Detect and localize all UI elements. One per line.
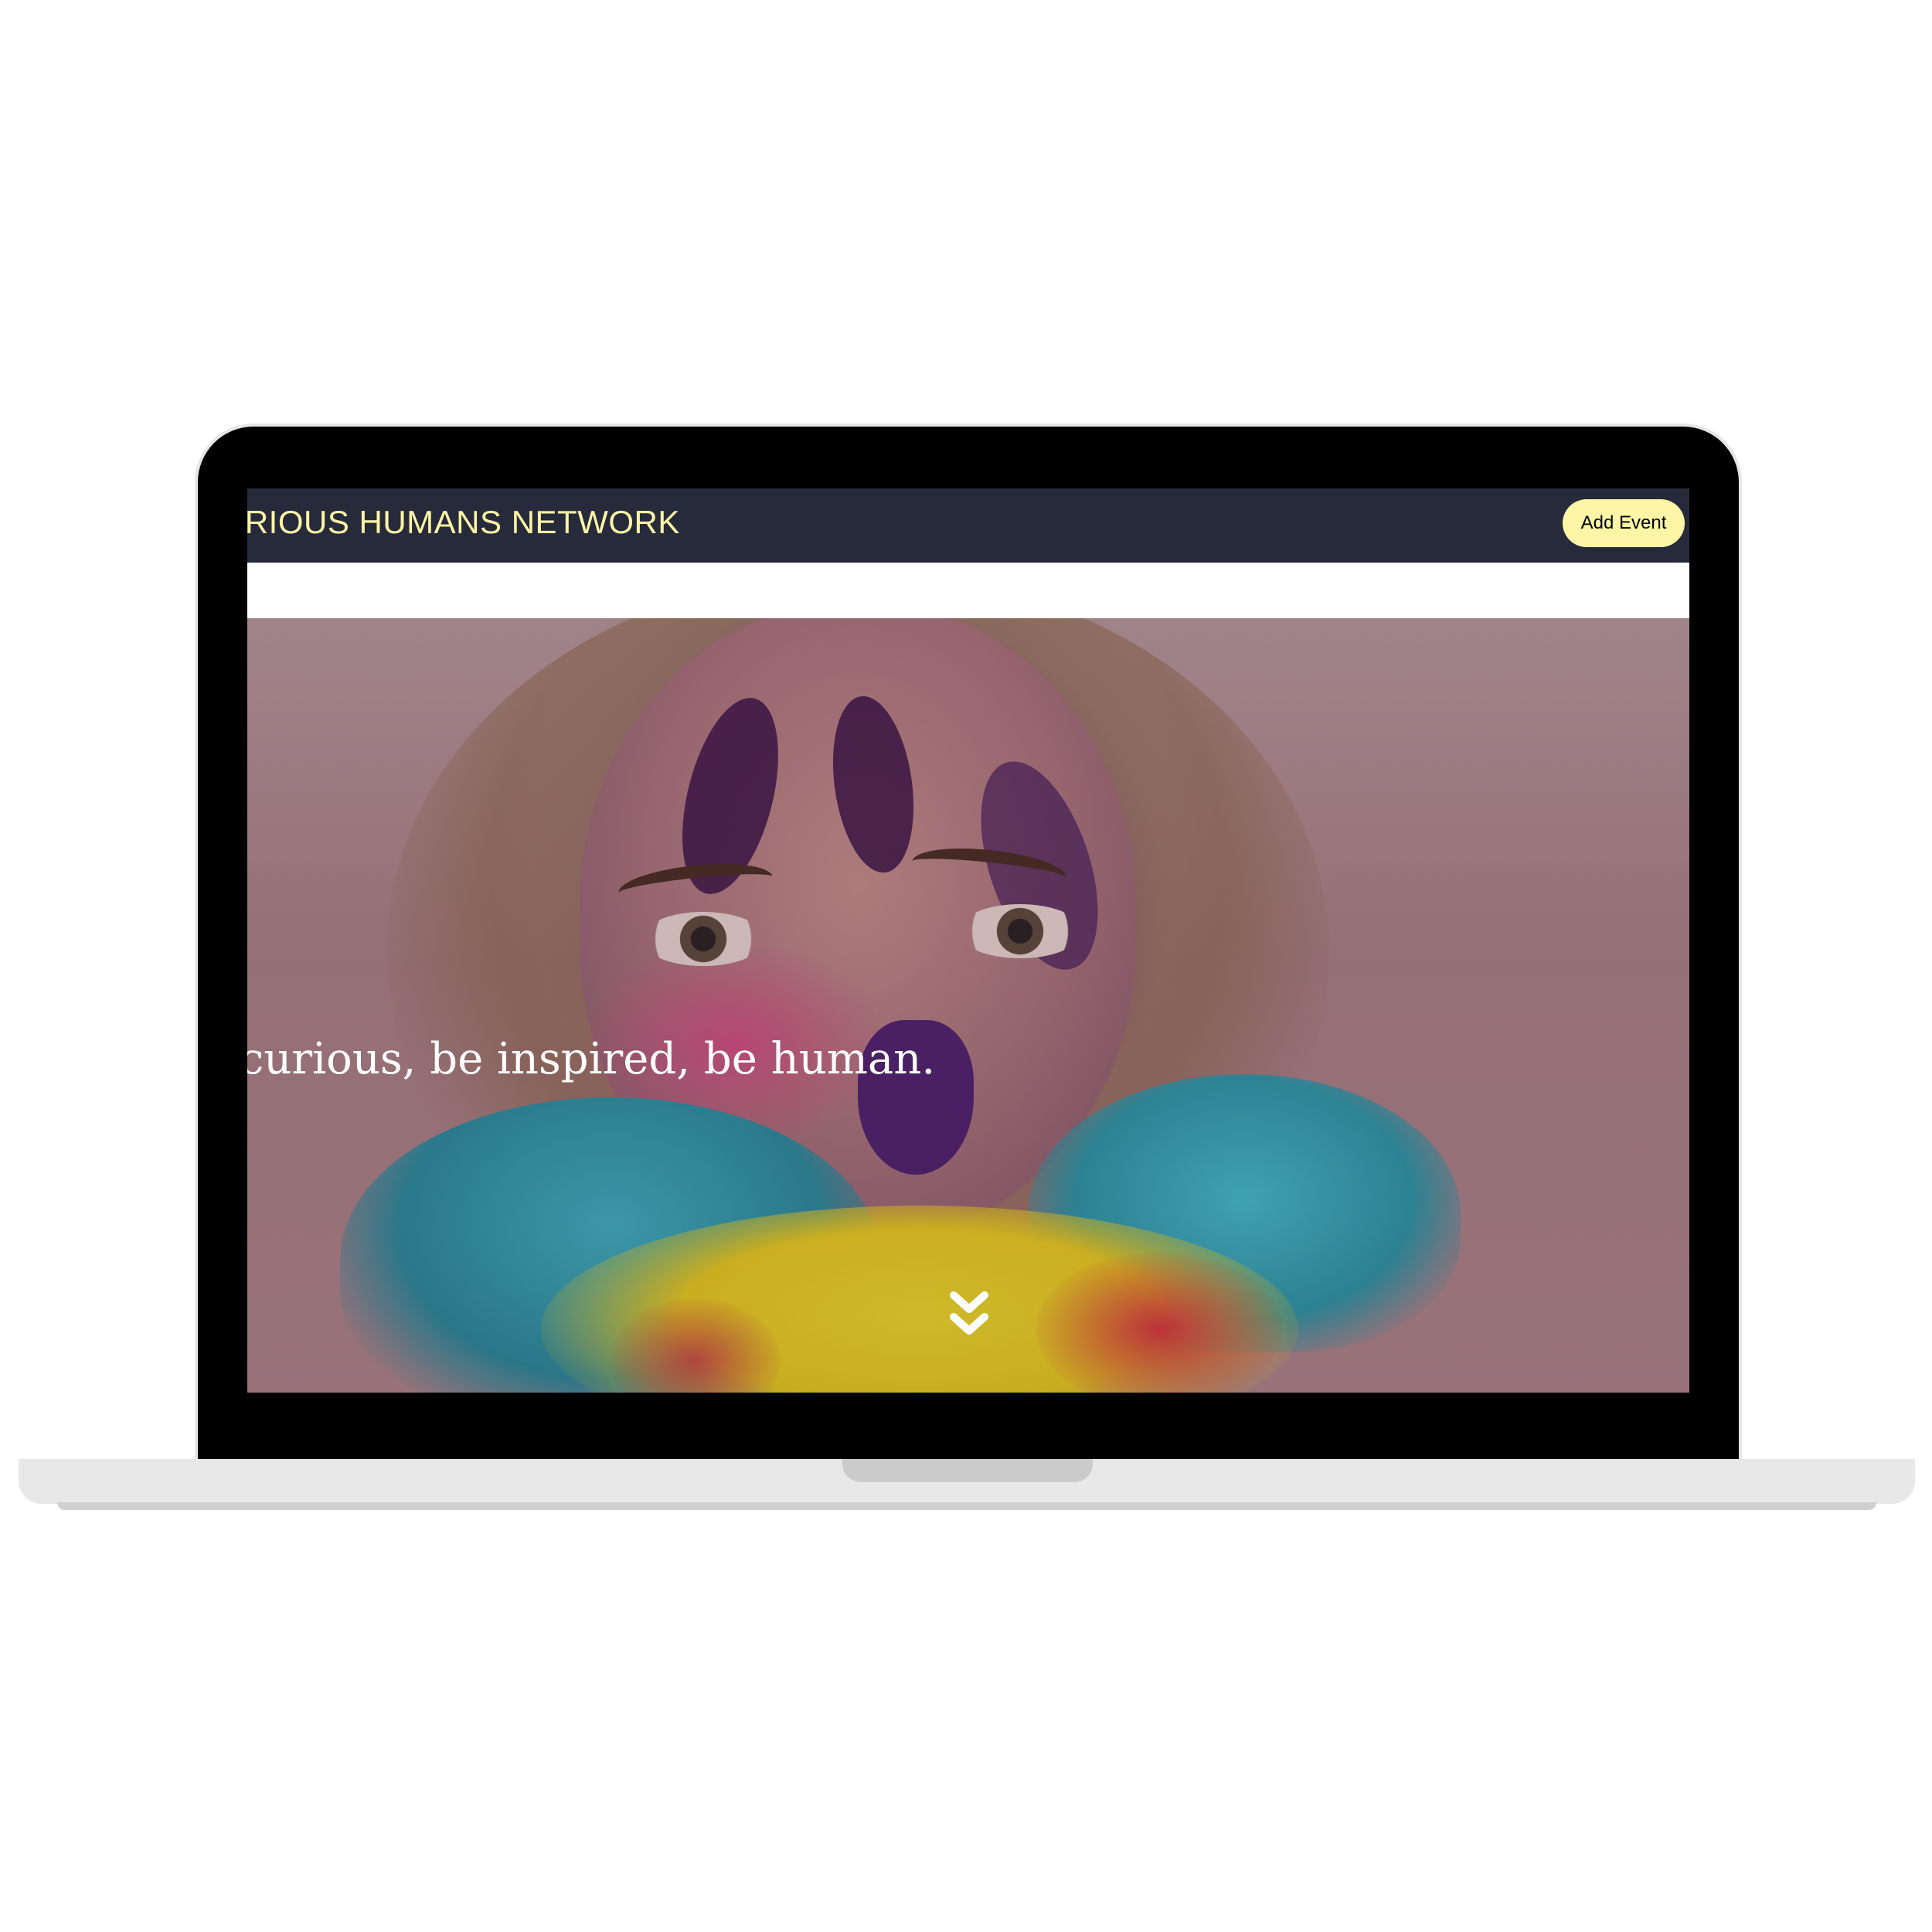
spacer-band xyxy=(247,563,1689,618)
laptop-notch xyxy=(842,1459,1093,1482)
add-event-button[interactable]: Add Event xyxy=(1563,499,1685,547)
site-brand[interactable]: URIOUS HUMANS NETWORK xyxy=(247,504,680,541)
hero-section: curious, be inspired, be human. xyxy=(247,618,1689,1393)
laptop-base-shadow xyxy=(57,1502,1876,1510)
hero-tagline: curious, be inspired, be human. xyxy=(247,1034,936,1084)
laptop-mockup: URIOUS HUMANS NETWORK Add Event curious,… xyxy=(0,0,1932,1932)
top-navbar: URIOUS HUMANS NETWORK Add Event xyxy=(247,488,1689,563)
hero-overlay xyxy=(247,618,1689,1393)
hero-image xyxy=(247,618,1689,1393)
browser-screen: URIOUS HUMANS NETWORK Add Event curious,… xyxy=(247,488,1689,1393)
chevron-double-down-icon[interactable] xyxy=(946,1289,992,1338)
